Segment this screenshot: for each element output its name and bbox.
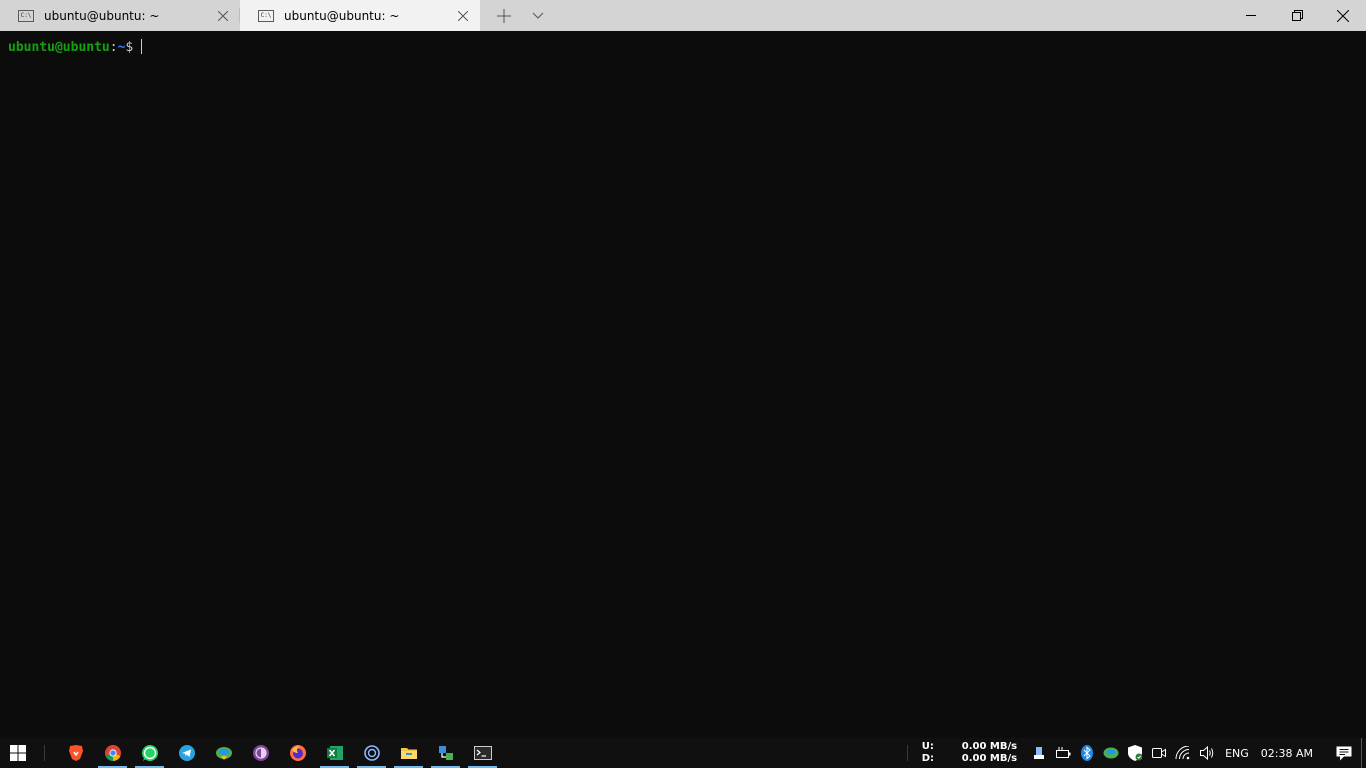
terminal-tab-icon: C:\ xyxy=(18,9,34,22)
wifi-icon xyxy=(1175,746,1190,760)
prompt-line: ubuntu@ubuntu:~$ xyxy=(8,39,143,56)
prompt-dollar: $ xyxy=(125,40,134,55)
taskbar-file-explorer[interactable] xyxy=(390,738,427,768)
close-window-button[interactable] xyxy=(1320,0,1366,31)
speaker-icon xyxy=(1200,746,1214,760)
network-speed-meter[interactable]: U: D: 0.00 MB/s 0.00 MB/s xyxy=(922,741,1017,765)
tray-bluetooth-icon[interactable] xyxy=(1075,738,1099,768)
start-button[interactable] xyxy=(0,738,36,768)
text-cursor xyxy=(141,39,143,54)
usb-drive-icon xyxy=(1034,747,1045,759)
prompt-user-host: ubuntu@ubuntu xyxy=(8,40,110,55)
taskbar-tor-browser[interactable] xyxy=(242,738,279,768)
tray-usb-icon[interactable] xyxy=(1027,738,1051,768)
close-tab-icon[interactable] xyxy=(208,1,238,31)
tray-battery-icon[interactable] xyxy=(1051,738,1075,768)
minimize-button[interactable] xyxy=(1228,0,1274,31)
restore-button[interactable] xyxy=(1274,0,1320,31)
tray-idm-icon[interactable] xyxy=(1099,738,1123,768)
tray-divider xyxy=(906,745,908,761)
windows-icon xyxy=(10,745,26,761)
file-explorer-icon xyxy=(400,748,417,759)
windows-terminal-icon xyxy=(473,746,492,760)
taskbar-whatsapp[interactable] xyxy=(131,738,168,768)
tray-meet-icon[interactable] xyxy=(1147,738,1171,768)
close-tab-icon[interactable] xyxy=(448,1,478,31)
upload-label: U: xyxy=(921,741,934,752)
taskbar-brave[interactable] xyxy=(57,738,94,768)
idm-icon xyxy=(215,747,232,760)
download-speed: 0.00 MB/s xyxy=(961,753,1018,764)
close-icon xyxy=(1337,9,1349,22)
clock[interactable]: 02:38 AM xyxy=(1261,747,1313,760)
restore-icon xyxy=(1291,10,1303,21)
taskbar-divider xyxy=(44,745,45,761)
idm-tray-icon xyxy=(1103,747,1119,759)
tab-label: ubuntu@ubuntu: ~ xyxy=(44,8,160,23)
cortana-icon xyxy=(363,745,380,761)
new-tab-button[interactable] xyxy=(487,0,521,31)
chrome-icon xyxy=(104,745,121,762)
download-label: D: xyxy=(921,753,935,764)
taskbar-network-app[interactable] xyxy=(427,738,464,768)
system-tray: U: D: 0.00 MB/s 0.00 MB/s ENG 02:38 AM xyxy=(906,738,1366,768)
taskbar: U: D: 0.00 MB/s 0.00 MB/s ENG 02:38 AM xyxy=(0,738,1366,768)
telegram-icon xyxy=(178,745,195,761)
taskbar-telegram[interactable] xyxy=(168,738,205,768)
bluetooth-icon xyxy=(1081,745,1094,761)
minimize-icon xyxy=(1246,15,1256,16)
tray-volume-icon[interactable] xyxy=(1195,738,1219,768)
network-app-icon xyxy=(438,746,453,760)
taskbar-idm[interactable] xyxy=(205,738,242,768)
terminal-tab-icon: C:\ xyxy=(258,9,274,22)
show-desktop-button[interactable] xyxy=(1361,738,1366,768)
language-indicator[interactable]: ENG xyxy=(1225,747,1249,760)
taskbar-cortana[interactable] xyxy=(353,738,390,768)
taskbar-windows-terminal[interactable] xyxy=(464,738,501,768)
upload-speed: 0.00 MB/s xyxy=(961,741,1018,752)
chevron-down-icon xyxy=(532,12,544,19)
tor-browser-icon xyxy=(252,745,269,761)
taskbar-excel[interactable] xyxy=(316,738,353,768)
tab-2[interactable]: C:\ ubuntu@ubuntu: ~ xyxy=(240,0,480,31)
tray-wifi-icon[interactable] xyxy=(1171,738,1195,768)
camera-icon xyxy=(1152,748,1167,758)
taskbar-firefox[interactable] xyxy=(279,738,316,768)
firefox-icon xyxy=(289,745,306,761)
tab-1[interactable]: C:\ ubuntu@ubuntu: ~ xyxy=(0,0,240,31)
action-center-button[interactable] xyxy=(1327,738,1361,768)
tab-dropdown-button[interactable] xyxy=(521,0,555,31)
whatsapp-icon xyxy=(141,745,158,761)
terminal-pane[interactable]: ubuntu@ubuntu:~$ xyxy=(0,31,1366,738)
prompt-colon: : xyxy=(109,40,118,55)
excel-icon xyxy=(326,746,343,760)
shield-icon xyxy=(1128,745,1143,761)
brave-icon xyxy=(68,745,83,761)
tray-security-icon[interactable] xyxy=(1123,738,1147,768)
notification-icon xyxy=(1336,746,1352,760)
tab-label: ubuntu@ubuntu: ~ xyxy=(284,8,400,23)
plus-icon xyxy=(497,8,511,23)
battery-plug-icon xyxy=(1056,747,1071,758)
title-bar: C:\ ubuntu@ubuntu: ~ C:\ ubuntu@ubuntu: … xyxy=(0,0,1366,31)
taskbar-chrome[interactable] xyxy=(94,738,131,768)
